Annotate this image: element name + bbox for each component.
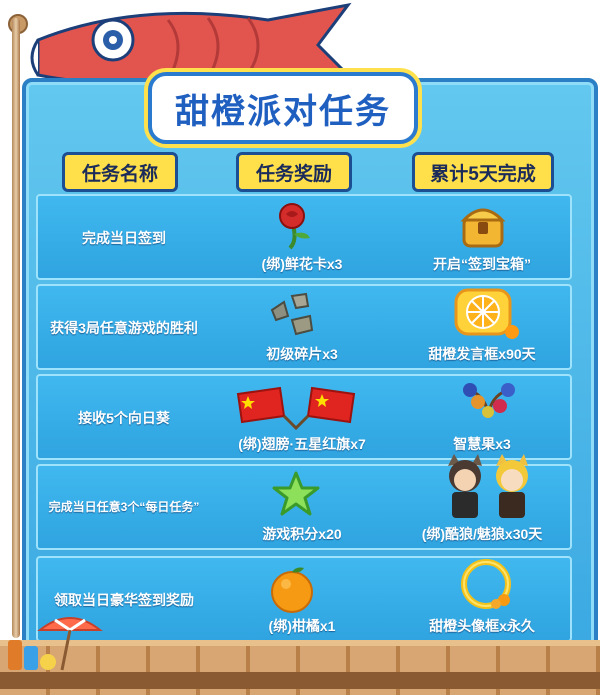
task-name: 获得3局任意游戏的胜利 [50, 320, 198, 336]
page-title: 甜橙派对任务 [175, 92, 391, 131]
green-star-icon [272, 471, 320, 516]
task-name: 完成当日签到 [82, 230, 166, 246]
reward-label: (绑)鲜花卡x3 [261, 256, 343, 272]
beach-umbrella-icon [8, 617, 103, 671]
table-row: 领取当日豪华签到奖励 (绑)柑橘x1 甜橙头像框x永久 [36, 556, 572, 642]
table-row: 接收5个向日葵 (绑)翅膀·五星红旗x7 智慧果x3 [36, 374, 572, 460]
cumulative-label: 开启“签到宝箱” [433, 256, 531, 272]
wolf-avatars-icon [448, 454, 528, 518]
table-row: 完成当日签到 (绑)鲜花卡x3 开启“签到宝箱” [36, 194, 572, 280]
orange-avatar-frame-icon [461, 559, 511, 609]
cumulative-label: 智慧果x3 [453, 436, 511, 452]
table-row: 完成当日任意3个“每日任务” 游戏积分x20 (绑)酷狼/魅狼x30天 [36, 454, 572, 550]
cumulative-label: 甜橙发言框x90天 [428, 346, 536, 362]
task-name: 接收5个向日葵 [78, 410, 170, 426]
task-name: 完成当日任意3个“每日任务” [48, 500, 200, 514]
reward-label: 游戏积分x20 [262, 526, 342, 542]
stone-fragments-icon [270, 292, 314, 336]
cumulative-label: (绑)酷狼/魅狼x30天 [421, 526, 543, 542]
wisdom-fruit-icon [463, 383, 515, 419]
title-banner: 甜橙派对任务 [148, 72, 418, 144]
table-row: 获得3局任意游戏的胜利 初级碎片x3 甜橙发言框x90天 [36, 284, 572, 370]
rose-icon [279, 203, 310, 250]
treasure-chest-icon [460, 208, 506, 248]
china-flag-wings-icon [236, 386, 356, 431]
reward-label: (绑)柑橘x1 [268, 618, 336, 634]
header-reward: 任务奖励 [236, 152, 352, 192]
header-task: 任务名称 [62, 152, 178, 192]
tangerine-icon [271, 567, 313, 613]
reward-label: 初级碎片x3 [266, 346, 338, 362]
reward-label: (绑)翅膀·五星红旗x7 [238, 436, 366, 452]
orange-chat-frame-icon [454, 288, 519, 339]
header-cumulative: 累计5天完成 [412, 152, 554, 192]
cumulative-label: 甜橙头像框x永久 [429, 618, 535, 634]
flag-pole [12, 18, 20, 638]
